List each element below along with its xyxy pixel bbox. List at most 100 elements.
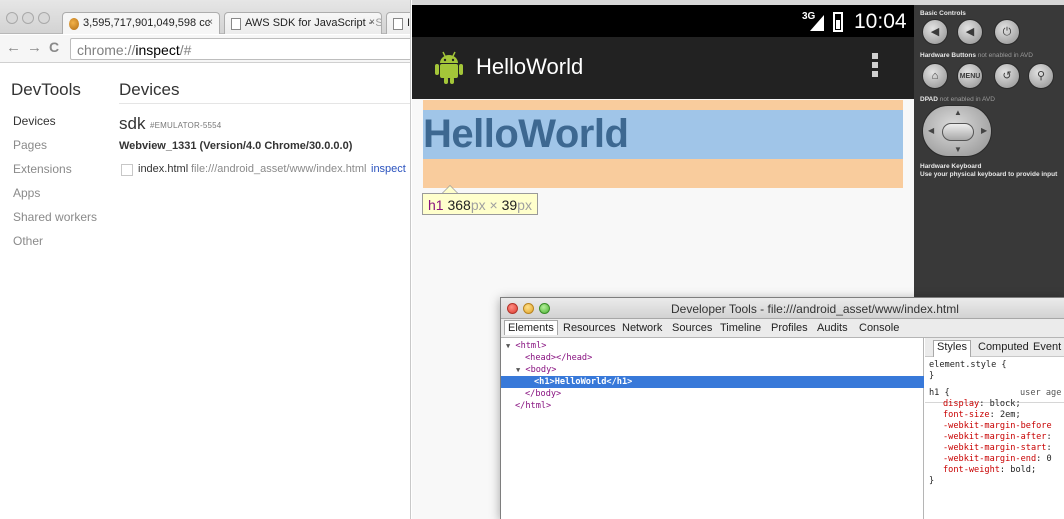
dom-node[interactable]: </body> — [525, 388, 561, 400]
hardware-buttons-label: Hardware Buttons not enabled in AVD — [920, 52, 1033, 59]
webview-title: Webview_1331 (Version/4.0 Chrome/30.0.0.… — [119, 140, 353, 152]
css-property[interactable]: display: block; — [943, 399, 1021, 410]
minimize-window-button[interactable] — [523, 303, 534, 314]
reload-icon[interactable]: C — [49, 39, 59, 55]
window-close-button[interactable] — [6, 12, 18, 24]
keyboard-label: Hardware Keyboard — [920, 163, 982, 170]
tab-styles[interactable]: Styles — [933, 340, 971, 357]
dom-node[interactable]: <head></head> — [525, 352, 592, 364]
dom-node[interactable]: </html> — [515, 400, 551, 412]
tab-third[interactable]: In — [386, 12, 411, 34]
dpad-up-icon[interactable]: ▲ — [954, 108, 962, 117]
dpad-control[interactable]: ▲ ▼ ◀ ▶ — [922, 105, 992, 157]
menu-button[interactable]: MENU — [957, 63, 983, 89]
window-zoom-button[interactable] — [38, 12, 50, 24]
orange-favicon-icon — [69, 18, 79, 30]
property-value: 2em; — [999, 410, 1021, 420]
css-property[interactable]: -webkit-margin-before — [943, 421, 1052, 432]
devtools-tabs: Elements Resources Network Sources Timel… — [501, 319, 1064, 338]
sidebar-item-apps[interactable]: Apps — [13, 186, 40, 200]
tab-resources[interactable]: Resources — [560, 321, 619, 335]
sidebar-item-pages[interactable]: Pages — [13, 138, 47, 152]
sidebar-title: DevTools — [11, 80, 81, 99]
tab-elements[interactable]: Elements — [504, 320, 558, 335]
address-bar[interactable]: chrome://inspect/# — [70, 38, 410, 60]
property-name: display — [943, 399, 980, 409]
property-name: -webkit-margin-end — [943, 454, 1037, 464]
forward-arrow-icon[interactable]: → — [27, 39, 42, 56]
signal-icon — [810, 15, 824, 31]
property-name: font-weight — [943, 465, 1000, 475]
dom-node[interactable]: ▼ <body> — [516, 364, 556, 376]
screen: 3,595,717,901,049,598 cc × AWS SDK for J… — [0, 0, 1064, 519]
page-heading: HelloWorld — [423, 112, 629, 156]
window-minimize-button[interactable] — [22, 12, 34, 24]
close-window-button[interactable] — [507, 303, 518, 314]
devtools-title: Developer Tools - file:///android_asset/… — [671, 302, 959, 316]
styles-sidebar: Styles Computed Event L element.style { … — [925, 338, 1064, 519]
tab-console[interactable]: Console — [856, 321, 902, 335]
home-icon[interactable]: ⌂ — [922, 63, 948, 89]
sidebar-item-devices[interactable]: Devices — [13, 114, 56, 128]
tab-aws-sdk[interactable]: AWS SDK for JavaScript - S × — [224, 12, 382, 34]
dpad-down-icon[interactable]: ▼ — [954, 145, 962, 154]
sidebar-item-shared-workers[interactable]: Shared workers — [13, 210, 97, 224]
styles-tabs: Styles Computed Event L — [925, 338, 1064, 357]
property-name: -webkit-margin-start — [943, 443, 1047, 453]
back-icon[interactable]: ↺ — [994, 63, 1020, 89]
element-size-tooltip: h1 368px × 39px — [422, 193, 538, 215]
element-style-rule[interactable]: element.style { — [929, 360, 1007, 371]
css-property[interactable]: -webkit-margin-after: — [943, 432, 1052, 443]
tab-profiles[interactable]: Profiles — [768, 321, 811, 335]
tab-title: In — [407, 17, 411, 29]
page-entry-url: file:///android_asset/www/index.html — [191, 163, 367, 175]
tab-event-listeners[interactable]: Event L — [1030, 341, 1064, 353]
expand-triangle-icon[interactable]: ▼ — [516, 366, 520, 374]
tab-timeline[interactable]: Timeline — [717, 321, 764, 335]
css-property[interactable]: font-weight: bold; — [943, 465, 1036, 476]
rule-selector[interactable]: h1 { — [929, 388, 950, 399]
tooltip-arrow — [442, 185, 458, 193]
dpad-left-icon[interactable]: ◀ — [928, 126, 934, 135]
tab-computed[interactable]: Computed — [975, 341, 1032, 353]
css-property[interactable]: -webkit-margin-end: 0 — [943, 454, 1052, 465]
tab-inspect[interactable]: 3,595,717,901,049,598 cc × — [62, 12, 220, 34]
tab-sources[interactable]: Sources — [669, 321, 715, 335]
dom-node-selected[interactable]: <h1>HelloWorld</h1> — [534, 376, 632, 388]
hardware-buttons-note: not enabled in AVD — [975, 52, 1033, 59]
volume-up-icon[interactable]: ◀ — [957, 19, 983, 45]
page-entry-title: index.html — [138, 163, 189, 175]
chrome-window: 3,595,717,901,049,598 cc × AWS SDK for J… — [0, 0, 411, 519]
back-arrow-icon[interactable]: ← — [6, 39, 21, 56]
url-rest: /# — [179, 42, 192, 58]
inspect-link[interactable]: inspect — [371, 163, 406, 175]
devtools-titlebar: Developer Tools - file:///android_asset/… — [501, 298, 1064, 319]
dpad-right-icon[interactable]: ▶ — [981, 126, 987, 135]
tab-network[interactable]: Network — [619, 321, 665, 335]
tooltip-unit: px — [517, 197, 532, 213]
tooltip-height: 39 — [501, 197, 518, 213]
css-property[interactable]: font-size: 2em; — [943, 410, 1021, 421]
tooltip-tag: h1 — [428, 197, 444, 213]
tab-title: AWS SDK for JavaScript - — [245, 17, 373, 29]
css-property[interactable]: -webkit-margin-start: — [943, 443, 1052, 454]
developer-tools-window: Developer Tools - file:///android_asset/… — [500, 297, 1064, 519]
tab-close-icon[interactable]: × — [207, 17, 213, 28]
sidebar-item-extensions[interactable]: Extensions — [13, 162, 72, 176]
dpad-center-button[interactable] — [942, 123, 974, 141]
tab-close-icon[interactable]: × — [369, 17, 375, 28]
overflow-menu-icon[interactable] — [872, 53, 878, 81]
battery-icon — [833, 12, 843, 32]
search-icon[interactable]: ⚲ — [1028, 63, 1054, 89]
zoom-window-button[interactable] — [539, 303, 550, 314]
browser-toolbar: ← → C chrome://inspect/# — [0, 35, 410, 63]
dom-node[interactable]: ▼ <html> — [506, 340, 546, 352]
volume-down-icon[interactable]: ◀ — [922, 19, 948, 45]
sidebar-item-other[interactable]: Other — [13, 234, 43, 248]
tooltip-unit: px — [470, 197, 486, 213]
tab-audits[interactable]: Audits — [814, 321, 851, 335]
property-name: font-size — [943, 410, 990, 420]
expand-triangle-icon[interactable]: ▼ — [506, 342, 510, 350]
power-icon[interactable]: ⏻ — [994, 19, 1020, 45]
tooltip-times: × — [485, 197, 502, 213]
